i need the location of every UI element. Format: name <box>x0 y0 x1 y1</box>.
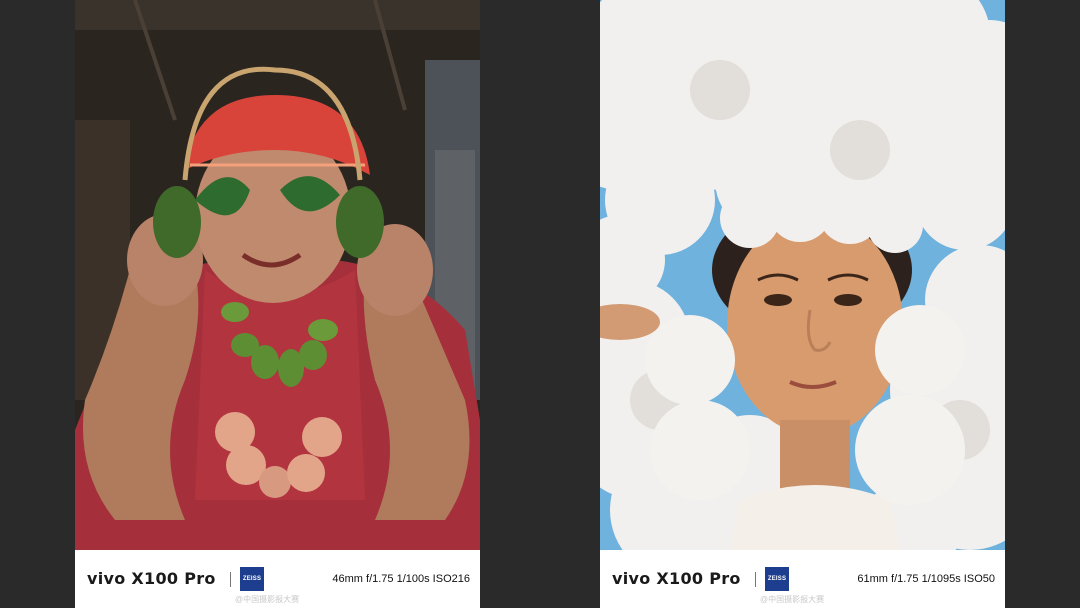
watermark: @中国摄影报大赛 <box>760 595 825 604</box>
photo-elderly-woman-avocados <box>75 0 480 550</box>
photo-card-right: vivo X100 Pro ZEISS 61mm f/1.75 1/1095s … <box>600 0 1005 608</box>
watermark: @中国摄影报大赛 <box>235 595 300 604</box>
camera-specs: 46mm f/1.75 1/100s ISO216 <box>332 573 470 585</box>
photo-caption-left: vivo X100 Pro ZEISS 46mm f/1.75 1/100s I… <box>75 550 480 608</box>
brand-label: vivo X100 Pro <box>87 569 216 588</box>
brand-label: vivo X100 Pro <box>612 569 741 588</box>
zeiss-logo-icon: ZEISS <box>240 567 264 591</box>
divider <box>755 572 756 587</box>
photo-caption-right: vivo X100 Pro ZEISS 61mm f/1.75 1/1095s … <box>600 550 1005 608</box>
photo-card-left: vivo X100 Pro ZEISS 46mm f/1.75 1/100s I… <box>75 0 480 608</box>
photo-girl-cotton-cloud <box>600 0 1005 550</box>
zeiss-logo-icon: ZEISS <box>765 567 789 591</box>
divider <box>230 572 231 587</box>
camera-specs: 61mm f/1.75 1/1095s ISO50 <box>857 573 995 585</box>
